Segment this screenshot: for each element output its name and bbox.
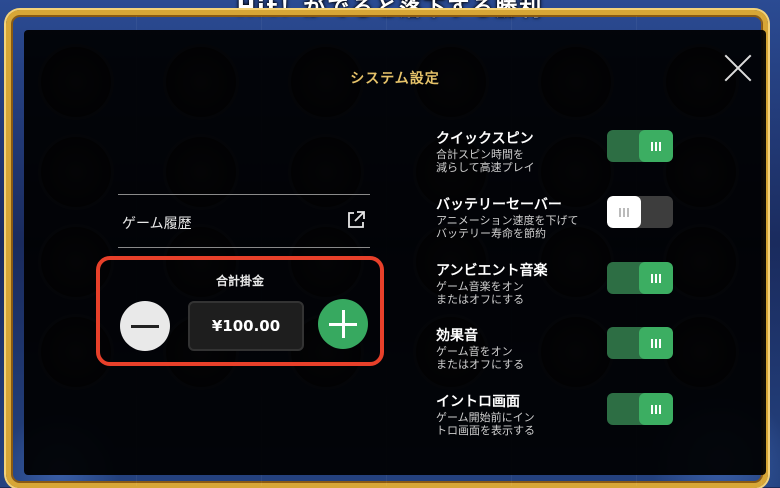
- setting-description: ゲーム開始前にイン トロ画面を表示する: [436, 411, 535, 437]
- close-icon[interactable]: [720, 50, 756, 86]
- setting-title: 効果音: [436, 328, 478, 344]
- total-bet-panel: 合計掛金 ¥100.00: [96, 256, 384, 366]
- total-bet-label: 合計掛金: [215, 274, 264, 288]
- game-history-label: ゲーム履歴: [122, 216, 192, 232]
- toggle-knob: [607, 196, 641, 228]
- setting-description: アニメーション速度を下げて バッテリー寿命を節約: [436, 214, 579, 240]
- settings-dialog: システム設定 ゲーム履歴 合計掛金 ¥100.00 クイックスピン 合計スピン時…: [24, 30, 766, 475]
- battery-saver-toggle[interactable]: [607, 196, 673, 228]
- setting-description: 合計スピン時間を 減らして高速プレイ: [436, 148, 535, 174]
- setting-description: ゲーム音楽をオン またはオフにする: [436, 280, 525, 306]
- setting-title: クイックスピン: [436, 131, 534, 147]
- external-link-icon: [348, 211, 365, 228]
- ambient-music-toggle[interactable]: [607, 262, 673, 294]
- setting-title: アンビエント音楽: [436, 263, 548, 279]
- increase-bet-button[interactable]: [318, 299, 368, 349]
- toggle-knob: [639, 327, 673, 359]
- bet-amount-display: ¥100.00: [188, 301, 304, 351]
- toggle-knob: [639, 393, 673, 425]
- toggle-knob: [639, 262, 673, 294]
- dialog-title: システム設定: [350, 71, 440, 87]
- setting-description: ゲーム音をオン またはオフにする: [436, 345, 525, 371]
- intro-screen-toggle[interactable]: [607, 393, 673, 425]
- setting-title: バッテリーセーバー: [436, 197, 562, 213]
- sound-effects-toggle[interactable]: [607, 327, 673, 359]
- quick-spin-toggle[interactable]: [607, 130, 673, 162]
- setting-title: イントロ画面: [436, 394, 520, 410]
- decrease-bet-button[interactable]: [120, 301, 170, 351]
- game-history-link[interactable]: ゲーム履歴: [118, 194, 370, 248]
- toggle-knob: [639, 130, 673, 162]
